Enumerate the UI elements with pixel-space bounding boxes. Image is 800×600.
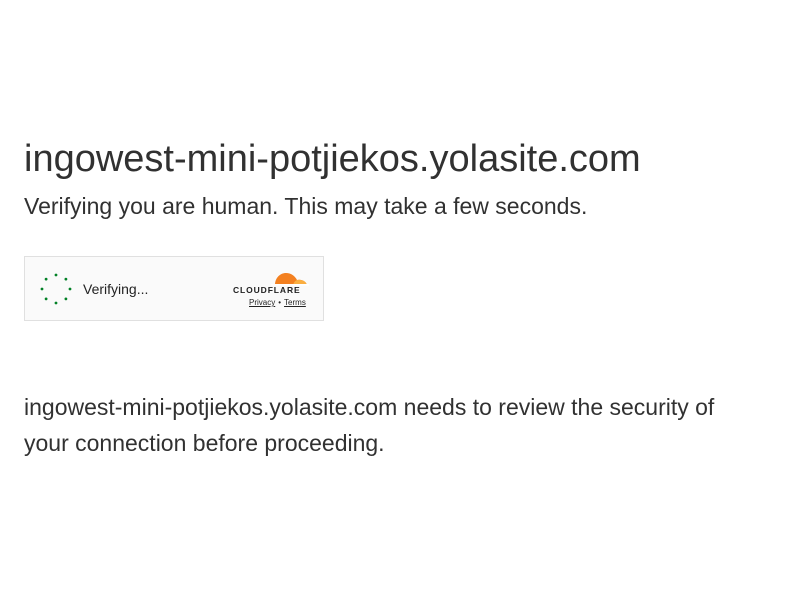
privacy-link[interactable]: Privacy xyxy=(249,298,275,307)
cloudflare-links: Privacy • Terms xyxy=(249,298,306,307)
security-message-site-name: ingowest-mini-potjiekos.yolasite.com xyxy=(24,394,398,420)
link-separator: • xyxy=(278,298,282,307)
loading-spinner-icon xyxy=(40,273,72,305)
page-title: ingowest-mini-potjiekos.yolasite.com xyxy=(24,138,641,180)
terms-link[interactable]: Terms xyxy=(284,298,306,307)
verification-subtitle: Verifying you are human. This may take a… xyxy=(24,193,588,219)
security-review-message: ingowest-mini-potjiekos.yolasite.com nee… xyxy=(24,389,764,461)
turnstile-widget[interactable]: Verifying... CLOUDFLARE Privacy • Terms xyxy=(24,256,324,321)
verifying-status-text: Verifying... xyxy=(83,281,149,297)
cloudflare-wordmark: CLOUDFLARE xyxy=(233,285,301,295)
